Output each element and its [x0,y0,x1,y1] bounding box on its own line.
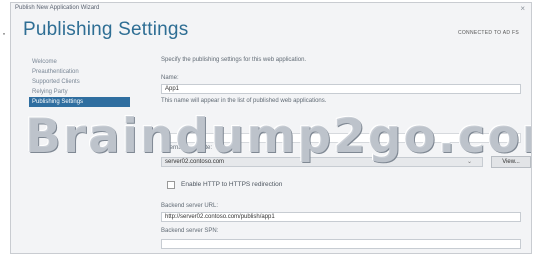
redirect-label: Enable HTTP to HTTPS redirection [181,181,283,188]
certificate-label: External certificate: [161,145,213,151]
backend-spn-input[interactable] [161,239,521,249]
redirect-checkbox[interactable] [167,181,175,189]
list-bullet: · [2,26,6,40]
certificate-select[interactable]: server02.contoso.com [161,157,483,167]
connection-status: CONNECTED TO AD FS [457,30,519,36]
certificate-value: server02.contoso.com [165,159,225,165]
backend-url-label: Backend server URL: [161,203,219,209]
wizard-steps: Welcome Preauthentication Supported Clie… [29,57,137,107]
sidebar-item-welcome[interactable]: Welcome [29,57,137,67]
title-bar: Publish New Application Wizard × [11,3,531,17]
wizard-window: Publish New Application Wizard × Publish… [10,2,532,254]
window-title: Publish New Application Wizard [15,5,100,11]
name-input[interactable]: App1 [161,84,521,94]
external-url-input[interactable] [161,133,521,143]
sidebar-item-relying-party[interactable]: Relying Party [29,87,137,97]
chevron-down-icon[interactable]: ⌄ [467,158,472,165]
close-icon[interactable]: × [520,4,525,13]
sidebar-item-preauthentication[interactable]: Preauthentication [29,67,137,77]
name-hint: This name will appear in the list of pub… [161,98,327,104]
sidebar-item-publishing-settings[interactable]: Publishing Settings [29,97,130,107]
sidebar-item-supported-clients[interactable]: Supported Clients [29,77,137,87]
intro-text: Specify the publishing settings for this… [161,57,307,63]
backend-spn-label: Backend server SPN: [161,228,219,234]
view-button[interactable]: View... [491,156,531,168]
name-label: Name: [161,75,179,81]
backend-url-input[interactable]: http://server02.contoso.com/publish/app1 [161,212,521,222]
page-title: Publishing Settings [23,19,189,40]
